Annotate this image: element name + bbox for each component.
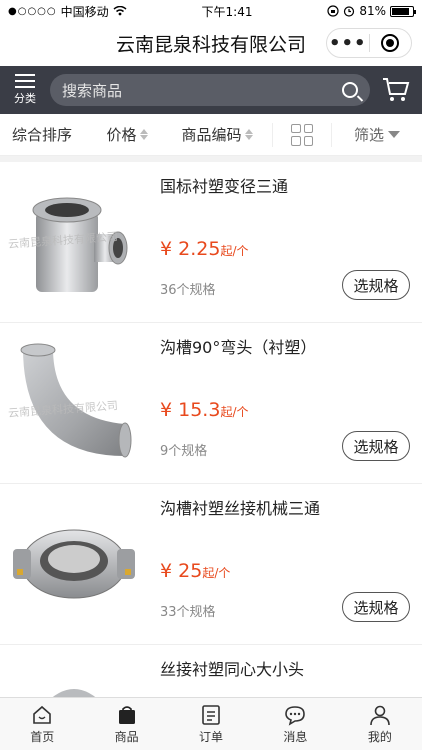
chat-bubble-icon	[285, 705, 306, 726]
product-price: ¥ 2.25起/个	[160, 238, 249, 260]
product-image	[0, 484, 148, 644]
order-list-icon	[202, 704, 220, 725]
product-name: 沟槽衬塑丝接机械三通	[160, 499, 321, 518]
sort-bar: 综合排序 价格 商品编码 筛选	[0, 114, 422, 156]
battery-icon	[390, 5, 416, 17]
filter-icon	[388, 131, 400, 138]
product-spec-count: 36个规格	[160, 283, 216, 298]
sort-code[interactable]: 商品编码	[162, 124, 272, 145]
lock-rotation-icon	[327, 5, 339, 17]
tab-profile-label: 我的	[367, 729, 392, 744]
search-bar: 分类 搜索商品	[0, 66, 422, 114]
product-name: 国标衬塑变径三通	[160, 177, 289, 196]
close-miniprogram-icon	[381, 34, 400, 52]
filter-label: 筛选	[353, 126, 384, 144]
tab-messages[interactable]: 消息	[253, 698, 337, 750]
tab-profile[interactable]: 我的	[338, 698, 422, 750]
sort-comprehensive-label: 综合排序	[12, 126, 73, 144]
wifi-icon	[113, 6, 127, 16]
product-item[interactable]: 云南昆泉科技有限公司 沟槽90°弯头（衬塑） ¥ 15.3起/个 9个规格 选规…	[0, 323, 422, 484]
bottom-tab-bar: 首页 商品 订单 消息 我的	[0, 697, 422, 750]
product-list: 云南昆泉科技有限公司 国标衬塑变径三通 ¥ 2.25起/个 36个规格 选规格 …	[0, 162, 422, 705]
product-name: 丝接衬塑同心大小头	[160, 660, 305, 679]
status-time: 下午1:41	[201, 4, 253, 19]
sort-price[interactable]: 价格	[92, 124, 162, 145]
more-button[interactable]: •••	[327, 29, 369, 57]
tab-products-label: 商品	[114, 729, 139, 744]
home-icon	[33, 705, 52, 724]
product-image	[0, 645, 148, 705]
product-spec-count: 33个规格	[160, 605, 216, 620]
sort-arrows-icon	[244, 129, 253, 140]
signal-icon: ●○○○○	[8, 5, 57, 17]
user-icon	[370, 705, 390, 725]
product-item[interactable]: 沟槽衬塑丝接机械三通 ¥ 25起/个 33个规格 选规格	[0, 484, 422, 645]
product-item[interactable]: 云南昆泉科技有限公司 国标衬塑变径三通 ¥ 2.25起/个 36个规格 选规格	[0, 162, 422, 323]
product-price: ¥ 15.3起/个	[160, 399, 249, 421]
layout-toggle-button[interactable]	[272, 122, 332, 147]
tab-home[interactable]: 首页	[0, 698, 84, 750]
product-name: 沟槽90°弯头（衬塑）	[160, 338, 317, 357]
sort-price-label: 价格	[106, 126, 137, 144]
category-button[interactable]: 分类	[8, 74, 42, 106]
search-icon	[342, 82, 358, 98]
title-bar: 云南昆泉科技有限公司 •••	[0, 22, 422, 64]
sort-comprehensive[interactable]: 综合排序	[0, 124, 92, 145]
shopping-bag-icon	[118, 705, 135, 724]
status-bar: ●○○○○ 中国移动 下午1:41 81%	[0, 0, 422, 22]
sort-code-label: 商品编码	[181, 126, 242, 144]
select-spec-button[interactable]: 选规格	[342, 592, 410, 622]
category-icon	[15, 74, 35, 88]
alarm-icon	[344, 6, 355, 17]
miniprogram-capsule: •••	[326, 28, 412, 58]
battery-percent: 81%	[359, 4, 386, 18]
close-button[interactable]	[370, 29, 412, 57]
cart-button[interactable]	[378, 75, 414, 105]
product-spec-count: 9个规格	[160, 444, 208, 459]
search-placeholder: 搜索商品	[62, 81, 123, 100]
select-spec-button[interactable]: 选规格	[342, 270, 410, 300]
product-item[interactable]: 丝接衬塑同心大小头	[0, 645, 422, 705]
product-image: 云南昆泉科技有限公司	[0, 323, 148, 483]
search-input[interactable]: 搜索商品	[50, 74, 370, 106]
more-icon: •••	[328, 32, 367, 54]
mechanical-tee-image	[13, 529, 135, 599]
sort-arrows-icon	[139, 129, 148, 140]
product-image: 云南昆泉科技有限公司	[0, 162, 148, 322]
grid-view-icon	[291, 123, 313, 146]
cart-icon	[383, 78, 410, 101]
category-label: 分类	[14, 92, 36, 105]
tab-orders[interactable]: 订单	[169, 698, 253, 750]
carrier: 中国移动	[60, 4, 109, 19]
tab-products[interactable]: 商品	[84, 698, 168, 750]
tab-orders-label: 订单	[199, 729, 224, 744]
page-title: 云南昆泉科技有限公司	[115, 33, 306, 56]
select-spec-button[interactable]: 选规格	[342, 431, 410, 461]
tab-messages-label: 消息	[283, 729, 308, 744]
product-price: ¥ 25起/个	[160, 560, 231, 582]
tab-home-label: 首页	[30, 729, 55, 744]
filter-button[interactable]: 筛选	[332, 124, 422, 145]
